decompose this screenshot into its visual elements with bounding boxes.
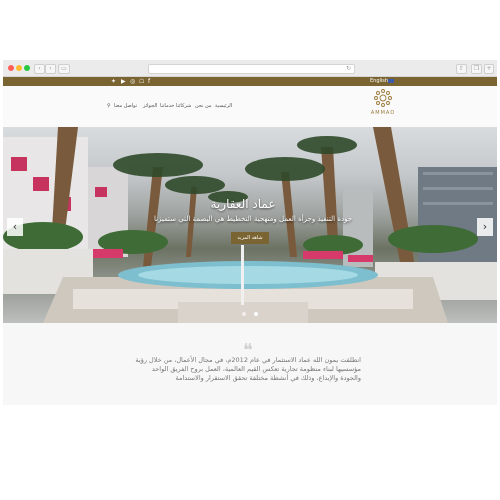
search-icon[interactable]: ⚲ xyxy=(107,103,111,109)
nav-item-home[interactable]: الرئيسية xyxy=(215,103,232,109)
sidebar-icon[interactable]: ▭ xyxy=(58,64,70,74)
twitter-icon[interactable]: ✦ xyxy=(111,78,116,85)
instagram-icon[interactable]: ◎ xyxy=(130,78,135,85)
browser-window: ‹ › ▭ ↻ ⇧ ❐ + ✦ ▶ ◎ ☖ f English ⚲ تواصل … xyxy=(3,60,497,405)
nav-item-about[interactable]: من نحن xyxy=(195,103,212,109)
chevron-right-icon[interactable]: › xyxy=(45,64,56,74)
reload-icon[interactable]: ↻ xyxy=(346,65,351,73)
nav-item-awards[interactable]: الجوائز xyxy=(143,103,157,109)
language-switch[interactable]: English xyxy=(370,78,388,85)
see-more-button[interactable]: شاهد المزيد xyxy=(231,232,269,244)
slider-dot-active[interactable] xyxy=(254,312,258,316)
share-icon[interactable]: ⇧ xyxy=(456,64,467,74)
new-tab-icon[interactable]: + xyxy=(484,64,494,74)
about-quote: انطلقت يمون الله عماد الاستثمار في عام 2… xyxy=(135,356,361,382)
nav-item-partners[interactable]: شركائنا xyxy=(176,103,191,109)
logo-icon[interactable] xyxy=(373,88,393,108)
site-header: ⚲ تواصل معنا الجوائز خدماتنا شركائنا من … xyxy=(3,86,497,128)
youtube-icon[interactable]: ▶ xyxy=(121,78,126,85)
hero-subtitle: جودة التنفيذ وجرأة العمل ومنهجية التخطيط… xyxy=(153,215,353,223)
top-bar: ✦ ▶ ◎ ☖ f English xyxy=(3,77,497,86)
hero-image xyxy=(3,127,497,323)
flag-icon[interactable] xyxy=(388,79,394,83)
minimize-window-button[interactable] xyxy=(16,65,22,71)
chevron-left-icon[interactable]: ‹ xyxy=(34,64,45,74)
nav-item-services[interactable]: خدماتنا xyxy=(160,103,174,109)
nav-item-contact[interactable]: تواصل معنا xyxy=(114,103,137,109)
logo-text: AMMAD xyxy=(370,110,396,116)
browser-toolbar: ‹ › ▭ ↻ ⇧ ❐ + xyxy=(3,60,497,77)
slider-prev-button[interactable]: ‹ xyxy=(7,218,23,236)
hero-title: عماد العقارية xyxy=(210,197,276,211)
maximize-window-button[interactable] xyxy=(24,65,30,71)
slider-next-button[interactable]: › xyxy=(477,218,493,236)
slider-dot[interactable] xyxy=(242,312,246,316)
close-window-button[interactable] xyxy=(8,65,14,71)
tabs-icon[interactable]: ❐ xyxy=(471,64,482,74)
snapchat-icon[interactable]: ☖ xyxy=(139,78,144,85)
hero-slider: ‹ › عماد العقارية جودة التنفيذ وجرأة الع… xyxy=(3,127,497,323)
facebook-icon[interactable]: f xyxy=(148,78,150,85)
address-bar[interactable]: ↻ xyxy=(148,64,355,74)
